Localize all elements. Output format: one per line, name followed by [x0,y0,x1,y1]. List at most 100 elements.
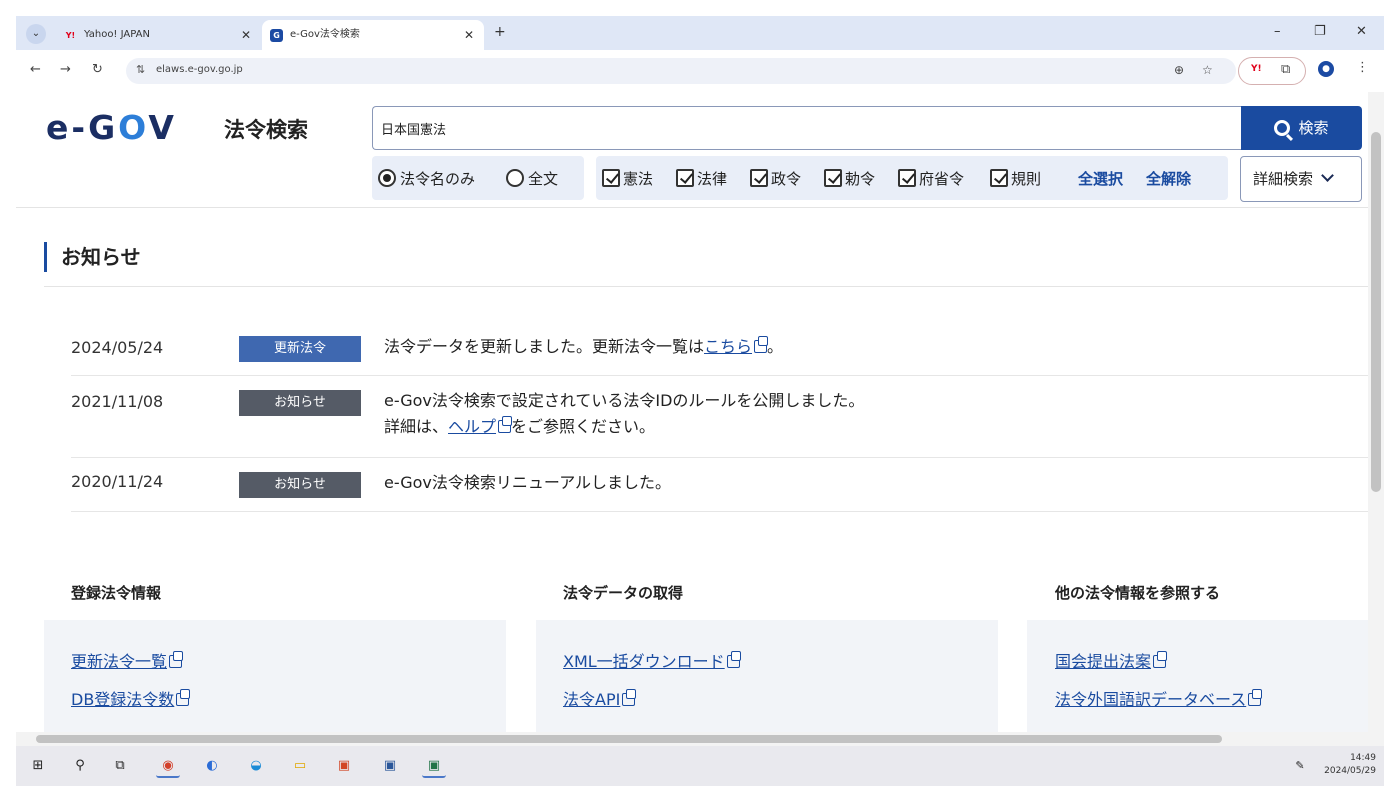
checkbox-checked-icon [750,169,768,187]
new-window-icon [622,689,637,706]
search-scope-group: 法令名のみ 全文 [372,156,584,200]
search-icon[interactable]: ⚲ [68,754,92,778]
site-info-icon[interactable]: ⇅ [136,63,145,76]
notice-date: 2020/11/24 [71,472,164,491]
xml-download-link[interactable]: XML一括ダウンロード [563,648,741,672]
tab-yahoo[interactable]: Y! Yahoo! JAPAN ✕ [56,20,261,50]
pen-icon[interactable]: ✎ [1288,754,1312,778]
column-box-other: 国会提出法案 法令外国語訳データベース [1027,620,1368,732]
file-explorer-icon[interactable]: ▭ [288,754,312,778]
checkbox-checked-icon [676,169,694,187]
column-box-registered: 更新法令一覧 DB登録法令数 [44,620,506,732]
notice-row: 2020/11/24 お知らせ e-Gov法令検索リニューアルしました。 [71,458,1368,512]
checkbox-checked-icon [824,169,842,187]
tab-title: e-Gov法令検索 [290,29,360,40]
powerpoint-icon[interactable]: ▣ [332,754,356,778]
search-input[interactable] [372,106,1242,150]
word-icon[interactable]: ▣ [378,754,402,778]
scope-name-only-radio[interactable]: 法令名のみ [378,168,475,189]
site-title: 法令検索 [224,118,308,142]
close-tab-icon[interactable]: ✕ [241,20,251,50]
search-icon [1274,120,1291,136]
edge-icon[interactable]: ◒ [244,754,268,778]
new-window-icon [754,336,769,353]
search-button[interactable]: 検索 [1241,106,1362,150]
notice-text: e-Gov法令検索で設定されている法令IDのルールを公開しました。 詳細は、ヘル… [384,391,865,436]
column-heading: 法令データの取得 [563,584,684,602]
url-field[interactable]: ⇅ elaws.e-gov.go.jp ⊕ ☆ [126,58,1236,84]
detail-search-button[interactable]: 詳細検索 [1240,156,1362,202]
screen: ⌄ Y! Yahoo! JAPAN ✕ G e-Gov法令検索 ✕ + – ❐ … [0,0,1400,798]
column-heading: 他の法令情報を参照する [1055,584,1221,602]
windows-start-icon[interactable]: ⊞ [26,754,50,778]
checkbox-imperial-order[interactable]: 勅令 [824,168,875,189]
external-link-icon [1248,689,1263,706]
forward-icon[interactable]: → [60,62,71,77]
excel-icon[interactable]: ▣ [422,754,446,778]
vertical-scrollbar[interactable] [1368,92,1384,732]
checkbox-law[interactable]: 法律 [676,168,727,189]
notice-text: e-Gov法令検索リニューアルしました。 [384,473,672,492]
address-bar-row: ← → ↻ ⇅ elaws.e-gov.go.jp ⊕ ☆ Y! ⧉ ● ⋮ [16,52,1384,90]
new-tab-icon[interactable]: + [494,24,506,40]
chrome-icon[interactable]: ◉ [156,754,180,778]
scroll-thumb[interactable] [36,735,1222,743]
zoom-icon[interactable]: ⊕ [1174,63,1184,77]
radio-icon [506,169,524,187]
back-icon[interactable]: ← [30,62,41,77]
checkbox-constitution[interactable]: 憲法 [602,168,653,189]
profile-avatar-icon[interactable]: ● [1318,61,1334,77]
close-window-icon[interactable]: ✕ [1356,24,1367,39]
close-tab-icon[interactable]: ✕ [464,20,474,50]
browser-menu-icon[interactable]: ⋮ [1356,60,1369,75]
minimize-icon[interactable]: – [1274,24,1281,39]
egov-logo[interactable]: e-GOV [46,108,177,147]
browser-tab-bar: ⌄ Y! Yahoo! JAPAN ✕ G e-Gov法令検索 ✕ + – ❐ … [16,16,1384,50]
windows-taskbar: ⊞ ⚲ ⧉ ◉ ◐ ◒ ▭ ▣ ▣ ▣ ✎ 14:49 2024/05/29 [16,746,1384,786]
notice-date: 2024/05/24 [71,338,164,357]
notice-heading: お知らせ [44,242,141,272]
notice-row: 2021/11/08 お知らせ e-Gov法令検索で設定されている法令IDのルー… [71,376,1368,458]
yahoo-favicon-icon: Y! [65,31,76,40]
divider [44,286,1368,287]
task-view-icon[interactable]: ⧉ [108,754,132,778]
notice-date: 2021/11/08 [71,392,164,411]
puzzle-extension-icon[interactable]: ⧉ [1281,62,1290,77]
notice-row: 2024/05/24 更新法令 法令データを更新しました。更新法令一覧はこちら。 [71,328,1368,376]
checkbox-checked-icon [898,169,916,187]
reload-icon[interactable]: ↻ [92,62,103,77]
horizontal-scrollbar[interactable] [16,732,1384,746]
system-clock[interactable]: 14:49 2024/05/29 [1324,752,1376,778]
scroll-thumb[interactable] [1371,132,1381,492]
yahoo-extension-icon[interactable]: Y! [1251,64,1262,74]
external-link-icon [1153,651,1168,668]
translation-db-link[interactable]: 法令外国語訳データベース [1055,686,1263,710]
help-link[interactable]: ヘルプ [448,417,496,436]
select-all-link[interactable]: 全選択 [1078,168,1123,189]
updated-laws-link[interactable]: 更新法令一覧 [71,648,184,672]
db-law-count-link[interactable]: DB登録法令数 [71,686,191,710]
checkbox-ministerial-order[interactable]: 府省令 [898,168,964,189]
checkbox-rules[interactable]: 規則 [990,168,1041,189]
tab-search-icon[interactable]: ⌄ [26,24,46,44]
column-heading: 登録法令情報 [71,584,162,602]
checkbox-cabinet-order[interactable]: 政令 [750,168,801,189]
scope-fulltext-radio[interactable]: 全文 [506,168,558,189]
law-type-filter-group: 憲法 法律 政令 勅令 府省令 規則 全選択 全解除 [596,156,1228,200]
tab-egov[interactable]: G e-Gov法令検索 ✕ [262,20,484,50]
new-window-icon [726,651,741,668]
law-api-link[interactable]: 法令API [563,686,637,710]
restore-icon[interactable]: ❐ [1314,24,1326,39]
new-window-icon [176,689,191,706]
thunderbird-icon[interactable]: ◐ [200,754,224,778]
web-page: e-GOV 法令検索 検索 法令名のみ 全文 憲法 法律 政令 勅令 府省令 規… [16,92,1368,732]
new-window-icon [169,651,184,668]
bookmark-star-icon[interactable]: ☆ [1202,63,1213,77]
clear-all-link[interactable]: 全解除 [1146,168,1191,189]
extensions-group: Y! ⧉ [1238,57,1306,85]
column-box-data: XML一括ダウンロード 法令API [536,620,998,732]
notice-badge: お知らせ [239,472,361,498]
notice-link[interactable]: こちら [704,337,752,356]
diet-bills-link[interactable]: 国会提出法案 [1055,648,1168,672]
notice-badge: お知らせ [239,390,361,416]
